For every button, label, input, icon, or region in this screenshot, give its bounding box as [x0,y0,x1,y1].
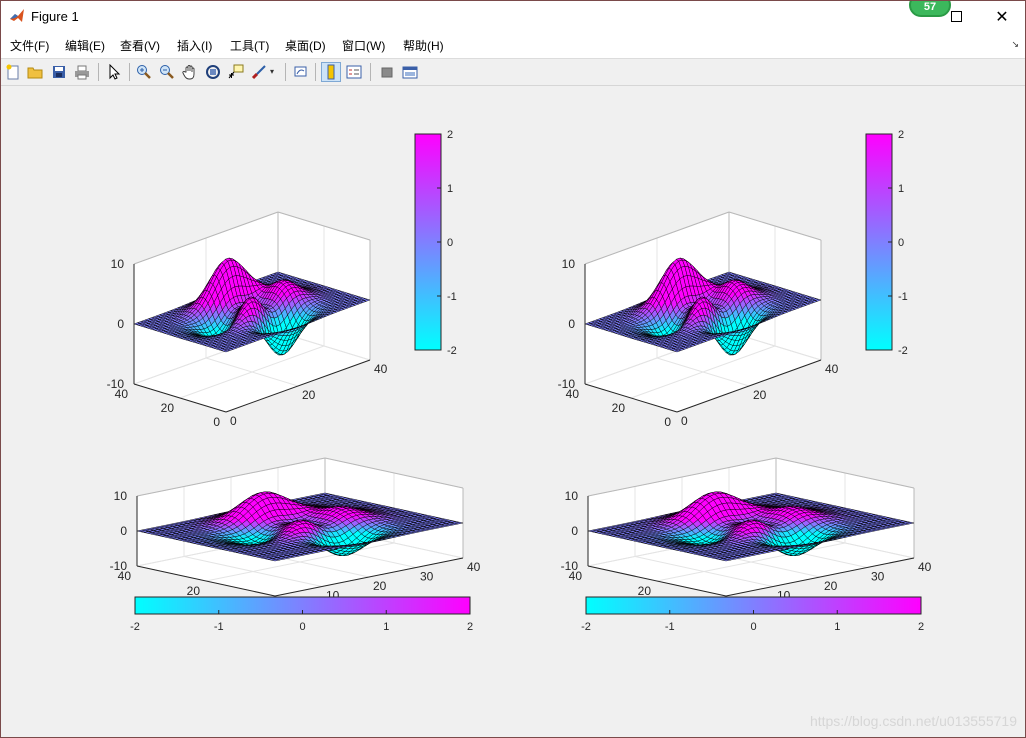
colorbar-tick-label: -1 [898,291,908,303]
z-tick-label: 10 [114,489,128,503]
dock-arrow-icon[interactable]: ↘ [1011,39,1019,50]
y-tick-label: 20 [612,401,626,415]
window-title: Figure 1 [31,9,79,24]
colorbar-2[interactable]: -2 -1 0 1 2 [865,129,908,357]
subplot-3[interactable]: 01020304002040-10010 [110,457,481,613]
colorbar-tick-label: -2 [898,345,908,357]
x-tick-label: 0 [681,414,688,428]
maximize-button[interactable] [933,1,979,32]
show-plot-tools-icon[interactable] [400,62,420,82]
colorbar-tick-label: 0 [447,237,453,249]
z-tick-label: -10 [107,377,125,391]
plots-svg: 0204002040-10010-2-10120204002040-10010-… [107,129,932,633]
x-tick-label: 40 [374,362,388,376]
zoom-out-icon[interactable] [157,62,177,82]
link-icon[interactable] [291,62,311,82]
menu-insert[interactable]: 插入(I) [177,37,212,54]
z-tick-label: 10 [562,257,576,271]
menu-window[interactable]: 窗口(W) [342,37,385,54]
y-tick-label: 0 [213,415,220,429]
open-icon[interactable] [25,62,45,82]
x-tick-label: 40 [467,560,481,574]
figure-window: Figure 1 57 ✕ 文件(F) 编辑(E) 查看(V) 插入(I) 工具… [0,0,1026,738]
colorbar-tick-label: 2 [898,129,904,141]
z-tick-label: 0 [568,317,575,331]
colorbar-tick-label: -2 [130,621,140,633]
menu-help[interactable]: 帮助(H) [403,37,444,54]
colorbar-tick-label: -2 [447,345,457,357]
colorbar-tick-label: 2 [447,129,453,141]
pan-icon[interactable] [180,62,200,82]
z-tick-label: -10 [110,559,128,573]
close-button[interactable]: ✕ [979,1,1025,32]
menu-edit[interactable]: 编辑(E) [65,37,105,54]
menu-file[interactable]: 文件(F) [10,37,49,54]
print-icon[interactable] [72,62,92,82]
subplot-2[interactable]: 0204002040-10010 [558,211,839,429]
colorbar-tick-label: 2 [467,621,473,633]
colorbar-1[interactable]: -2 -1 0 1 2 [414,129,457,357]
zoom-in-icon[interactable] [134,62,154,82]
toolbar: ▾ [1,59,1025,86]
maximize-icon [950,11,962,22]
x-tick-label: 20 [753,388,767,402]
subplot-4[interactable]: 01020304002040-10010 [561,457,932,613]
brush-icon[interactable] [249,62,269,82]
colorbar-tick-label: 0 [898,237,904,249]
hide-plot-tools-icon[interactable] [377,62,397,82]
x-tick-label: 40 [825,362,839,376]
z-tick-label: 0 [120,524,127,538]
z-tick-label: 10 [111,257,125,271]
save-icon[interactable] [49,62,69,82]
x-tick-label: 20 [302,388,316,402]
menu-view[interactable]: 查看(V) [120,37,160,54]
colorbar-3[interactable]: -2 -1 0 1 2 [130,596,473,633]
figure-canvas[interactable]: 0 20 40 0 20 40 -10 0 10 -2 -1 0 1 2 0 20 40 0 20 40 -10 0 10-… [1,86,1025,737]
matlab-icon [9,8,25,24]
colorbar-tick-label: -1 [447,291,457,303]
x-tick-label: 0 [230,414,237,428]
colorbar-tick-label: 1 [898,183,904,195]
menu-desktop[interactable]: 桌面(D) [285,37,326,54]
y-tick-label: 0 [664,415,671,429]
colorbar-tick-label: 1 [447,183,453,195]
title-bar: Figure 1 57 ✕ [1,1,1025,32]
legend-icon[interactable] [344,62,364,82]
colorbar-tick-label: -1 [214,621,224,633]
menu-tools[interactable]: 工具(T) [230,37,269,54]
y-tick-label: 20 [187,584,201,598]
rotate-icon[interactable] [203,62,223,82]
x-tick-label: 20 [373,579,387,593]
x-tick-label: 30 [420,570,434,584]
brush-dropdown-icon[interactable]: ▾ [270,67,274,76]
menu-bar: 文件(F) 编辑(E) 查看(V) 插入(I) 工具(T) 桌面(D) 窗口(W… [1,32,1025,59]
colorbar-tick-label: 0 [299,621,305,633]
data-cursor-icon[interactable] [226,62,246,82]
z-tick-label: -10 [558,377,576,391]
z-tick-label: 0 [117,317,124,331]
colorbar-tick-label: 1 [383,621,389,633]
pointer-icon[interactable] [104,62,124,82]
subplot-1[interactable]: 0204002040-10010 [107,211,388,429]
y-tick-label: 20 [161,401,175,415]
colorbar-icon[interactable] [321,62,341,82]
close-icon: ✕ [995,8,1009,26]
new-figure-icon[interactable] [3,62,23,82]
